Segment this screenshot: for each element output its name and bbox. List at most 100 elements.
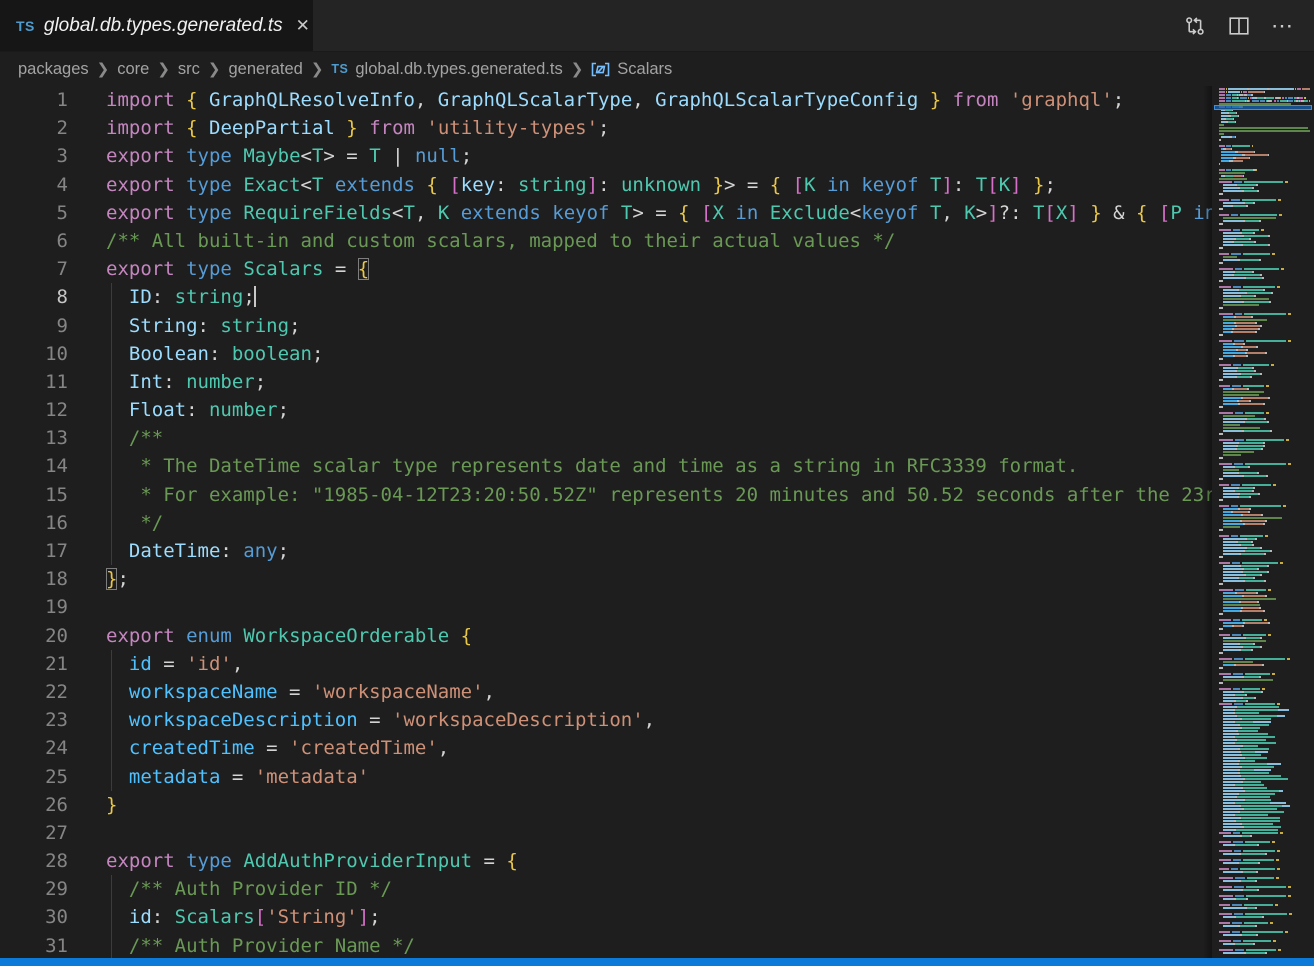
compare-changes-button[interactable] bbox=[1180, 11, 1210, 41]
split-editor-button[interactable] bbox=[1224, 11, 1254, 41]
ellipsis-icon: ⋯ bbox=[1271, 21, 1295, 31]
code-token bbox=[781, 174, 792, 196]
line-text: import { DeepPartial } from 'utility-typ… bbox=[68, 114, 1212, 142]
code-token: : bbox=[209, 343, 232, 365]
minimap-line bbox=[1219, 715, 1310, 717]
code-line: 17 DateTime: any; bbox=[0, 537, 1212, 565]
code-token: | bbox=[381, 145, 415, 167]
minimap-line bbox=[1219, 799, 1310, 801]
line-text: /** bbox=[68, 424, 1212, 452]
minimap-line bbox=[1219, 640, 1310, 642]
code-token bbox=[998, 89, 1009, 111]
code-line: 6/** All built-in and custom scalars, ma… bbox=[0, 227, 1212, 255]
line-text bbox=[68, 819, 1212, 847]
code-token: export bbox=[106, 625, 175, 647]
minimap-line bbox=[1219, 544, 1310, 546]
minimap-line bbox=[1219, 805, 1310, 807]
code-token bbox=[232, 258, 243, 280]
code-token: ; bbox=[289, 315, 300, 337]
minimap-line bbox=[1219, 709, 1310, 711]
line-text: export type RequireFields<T, K extends k… bbox=[68, 199, 1212, 227]
minimap-line bbox=[1219, 271, 1310, 273]
minimap-line bbox=[1219, 901, 1310, 903]
indent-guide bbox=[111, 650, 112, 678]
breadcrumb-item-core[interactable]: core bbox=[117, 60, 149, 79]
code-line: 2import { DeepPartial } from 'utility-ty… bbox=[0, 114, 1212, 142]
minimap-line bbox=[1219, 124, 1310, 126]
breadcrumb-item-generated[interactable]: generated bbox=[228, 60, 302, 79]
code-token: T bbox=[312, 174, 323, 196]
minimap-line bbox=[1219, 307, 1310, 309]
minimap-line bbox=[1219, 508, 1310, 510]
minimap-line bbox=[1219, 379, 1310, 381]
minimap-line bbox=[1219, 457, 1310, 459]
line-number: 11 bbox=[0, 368, 68, 396]
minimap-line bbox=[1219, 565, 1310, 567]
minimap-line bbox=[1219, 613, 1310, 615]
code-token: 'String' bbox=[266, 906, 358, 928]
breadcrumb-item-scalars[interactable]: Scalars bbox=[591, 60, 672, 79]
code-token: [ bbox=[1044, 202, 1055, 224]
code-token: extends bbox=[335, 174, 415, 196]
more-actions-button[interactable]: ⋯ bbox=[1268, 11, 1298, 41]
code-token: ; bbox=[1045, 174, 1056, 196]
breadcrumb-item-packages[interactable]: packages bbox=[18, 60, 89, 79]
code-token: T bbox=[930, 202, 941, 224]
minimap-line bbox=[1219, 100, 1310, 102]
minimap-line bbox=[1219, 238, 1310, 240]
minimap-line bbox=[1219, 631, 1310, 633]
line-text: }; bbox=[68, 565, 1212, 593]
line-number: 30 bbox=[0, 903, 68, 931]
indent-guide bbox=[111, 875, 112, 903]
code-token bbox=[1079, 202, 1090, 224]
minimap-line bbox=[1219, 595, 1310, 597]
code-token: export bbox=[106, 145, 175, 167]
code-line: 13 /** bbox=[0, 424, 1212, 452]
minimap-line bbox=[1219, 286, 1310, 288]
code-token: [ bbox=[255, 906, 266, 928]
code-token bbox=[106, 399, 129, 421]
minimap-line bbox=[1219, 469, 1310, 471]
editor-actions: ⋯ bbox=[1180, 0, 1314, 51]
minimap-line bbox=[1219, 481, 1310, 483]
code-line: 15 * For example: "1985-04-12T23:20:50.5… bbox=[0, 481, 1212, 509]
line-number: 4 bbox=[0, 171, 68, 199]
minimap-line bbox=[1219, 583, 1310, 585]
minimap-line bbox=[1219, 499, 1310, 501]
minimap-line bbox=[1219, 742, 1310, 744]
minimap-line bbox=[1219, 223, 1310, 225]
code-token: ] bbox=[1010, 174, 1021, 196]
minimap-line bbox=[1219, 349, 1310, 351]
breadcrumb-item-src[interactable]: src bbox=[178, 60, 200, 79]
minimap-line bbox=[1219, 358, 1310, 360]
code-token bbox=[232, 625, 243, 647]
minimap-line bbox=[1219, 403, 1310, 405]
code-token: 'workspaceName' bbox=[312, 681, 484, 703]
minimap-line bbox=[1219, 181, 1310, 183]
minimap-line bbox=[1219, 247, 1310, 249]
minimap-line bbox=[1219, 802, 1310, 804]
minimap-line bbox=[1219, 229, 1310, 231]
minimap-line bbox=[1219, 475, 1310, 477]
code-token: = bbox=[278, 681, 312, 703]
code-line: 10 Boolean: boolean; bbox=[0, 340, 1212, 368]
line-number: 20 bbox=[0, 622, 68, 650]
indent-guide bbox=[111, 424, 112, 452]
minimap-line bbox=[1219, 706, 1310, 708]
minimap-line bbox=[1219, 826, 1310, 828]
minimap-line bbox=[1219, 892, 1310, 894]
code-token bbox=[1147, 202, 1158, 224]
close-icon[interactable]: ✕ bbox=[296, 16, 310, 36]
indent-guide bbox=[111, 312, 112, 340]
breadcrumb-item-global-db-types-generated-ts[interactable]: TSglobal.db.types.generated.ts bbox=[331, 60, 562, 79]
minimap-line bbox=[1219, 919, 1310, 921]
minimap-line bbox=[1219, 415, 1310, 417]
minimap-line bbox=[1219, 94, 1310, 96]
minimap[interactable] bbox=[1212, 86, 1314, 958]
code-token: : bbox=[152, 906, 175, 928]
minimap-line bbox=[1219, 202, 1310, 204]
tab-global-db-types-generated[interactable]: TS global.db.types.generated.ts ✕ bbox=[0, 0, 313, 51]
code-token: in bbox=[827, 174, 850, 196]
code-token: 'createdTime' bbox=[289, 737, 438, 759]
code-area[interactable]: 1import { GraphQLResolveInfo, GraphQLSca… bbox=[0, 86, 1212, 958]
